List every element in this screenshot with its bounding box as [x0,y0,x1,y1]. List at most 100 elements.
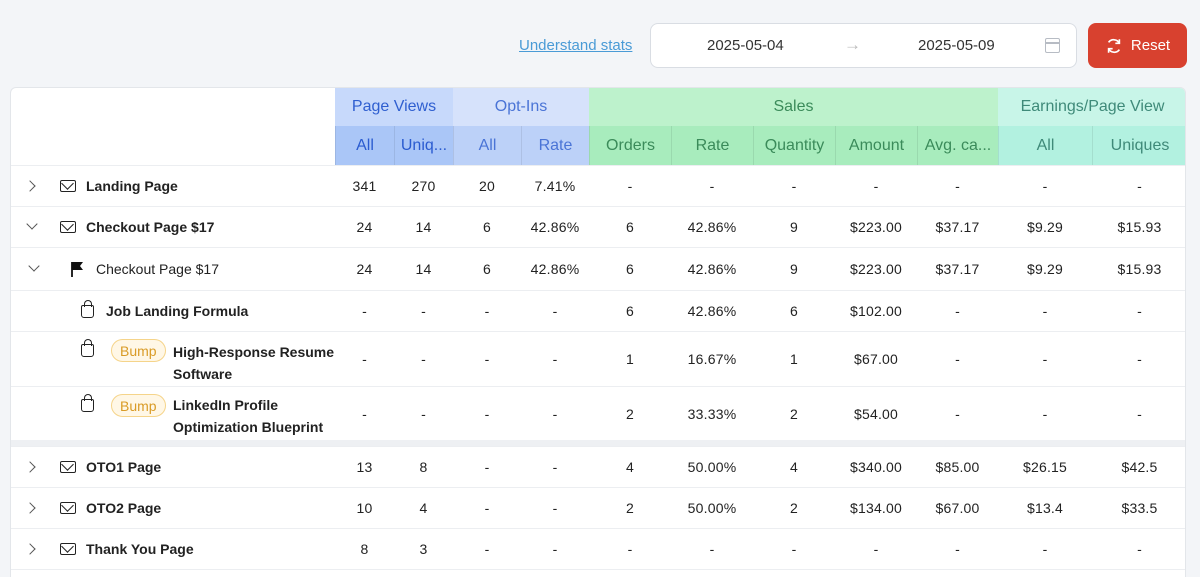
cell: - [709,541,715,557]
row-name: High-Response Resume Software [173,341,334,385]
chevron-right-icon[interactable] [24,543,36,555]
cell: 4 [626,459,634,475]
cell: 10 [356,500,373,516]
cell: 42.86% [530,219,580,235]
cell: 8 [419,459,428,475]
shopping-bag-icon [81,339,94,357]
cell: - [552,405,558,422]
cell: - [552,500,558,516]
col-header-quantity[interactable]: Quantity [753,126,835,165]
cell: - [955,405,960,422]
cell: - [484,459,490,475]
row-name: Checkout Page $17 [86,219,215,235]
arrow-right-icon: → [844,35,861,54]
col-header-avg-cart[interactable]: Avg. ca... [917,126,998,165]
flag-icon [71,262,83,277]
cell: - [1042,303,1048,319]
cell: 14 [415,219,432,235]
reset-label: Reset [1130,37,1171,54]
cell: $33.5 [1121,500,1158,516]
table-row[interactable]: Landing Page 341 270 20 7.41% - - - - - … [11,165,1185,206]
refresh-icon [1107,38,1121,53]
row-name: OTO1 Page [86,459,162,475]
col-header-epv-all[interactable]: All [998,126,1092,165]
date-range-picker[interactable]: 2025-05-04 → 2025-05-09 [650,23,1077,68]
cell: 9 [790,219,798,235]
col-header-orders[interactable]: Orders [589,126,671,165]
table-row[interactable]: Checkout Page $17 24 14 6 42.86% 6 42.86… [11,247,1185,290]
cell: $15.93 [1117,219,1162,235]
cell: $9.29 [1026,219,1064,235]
cell: - [362,351,367,367]
group-header-sales: Sales [589,88,998,126]
col-header-pv-uniques[interactable]: Uniq... [394,126,453,165]
cell: $26.15 [1022,459,1068,475]
table-row[interactable]: OTO2 Page 10 4 - - 2 50.00% 2 $134.00 $6… [11,487,1185,528]
mail-icon [60,461,76,473]
table-row[interactable]: OTO1 Page 13 8 - - 4 50.00% 4 $340.00 $8… [11,446,1185,487]
cell: 50.00% [687,500,737,516]
cell: - [362,303,367,319]
cell: 7.41% [534,178,576,194]
cell: 13 [356,459,373,475]
cell: - [1042,351,1048,367]
cell: $15.93 [1117,261,1162,277]
end-date-input[interactable]: 2025-05-09 [918,37,995,54]
cell: - [552,541,558,557]
understand-stats-link[interactable]: Understand stats [519,37,632,54]
col-header-amount[interactable]: Amount [835,126,917,165]
chevron-right-icon[interactable] [24,180,36,192]
table-row[interactable]: Thank You Page 8 3 - - - - - - - - - [11,528,1185,569]
cell: $42.5 [1121,459,1158,475]
cell: 16.67% [687,351,737,367]
cell: - [955,303,960,319]
cell: - [1137,351,1142,367]
col-header-optin-rate[interactable]: Rate [521,126,589,165]
group-header-earnings: Earnings/Page View [998,88,1185,126]
cell: $67.00 [853,351,899,367]
cell: 9 [790,261,798,277]
row-name: Job Landing Formula [106,303,249,319]
chevron-right-icon[interactable] [24,461,36,473]
cell: 33.33% [687,405,737,422]
col-header-pv-all[interactable]: All [335,126,394,165]
start-date-input[interactable]: 2025-05-04 [707,37,784,54]
cell: - [484,303,490,319]
table-row[interactable]: Checkout Page $17 24 14 6 42.86% 6 42.86… [11,206,1185,247]
bump-badge: Bump [111,339,166,362]
group-header-page-views: Page Views [335,88,453,126]
chevron-right-icon[interactable] [24,502,36,514]
row-name: LinkedIn Profile Optimization Blueprint [173,394,323,438]
row-name: Landing Page [86,178,178,194]
row-name-line: Software [173,366,233,382]
cell: 1 [626,351,634,367]
chevron-down-icon[interactable] [28,260,40,272]
cell: $13.4 [1026,500,1064,516]
col-header-sales-rate[interactable]: Rate [671,126,753,165]
col-header-optin-all[interactable]: All [453,126,521,165]
cell: - [484,500,490,516]
cell: 6 [626,261,634,277]
cell: - [1042,178,1048,194]
cell: - [1042,405,1048,422]
cell: $54.00 [853,405,899,422]
chevron-down-icon[interactable] [26,218,38,230]
shopping-bag-icon [81,394,94,412]
reset-button[interactable]: Reset [1088,23,1187,68]
row-name-line: LinkedIn Profile [173,397,279,413]
table-row: Job Landing Formula - - - - 6 42.86% 6 $… [11,290,1185,331]
cell: 3 [419,541,428,557]
cell: 24 [356,261,373,277]
cell: - [421,405,426,422]
cell: 42.86% [687,303,737,319]
cell: - [1042,541,1048,557]
cell: 14 [415,261,432,277]
col-header-epv-uniques[interactable]: Uniques [1092,126,1185,165]
calendar-icon[interactable] [1045,38,1060,53]
row-name-line: High-Response Resume [173,344,335,360]
cell: 42.86% [530,261,580,277]
cell: - [873,178,879,194]
cell: - [791,541,797,557]
table-row: Bump LinkedIn Profile Optimization Bluep… [11,386,1185,440]
cell: - [1137,178,1142,194]
